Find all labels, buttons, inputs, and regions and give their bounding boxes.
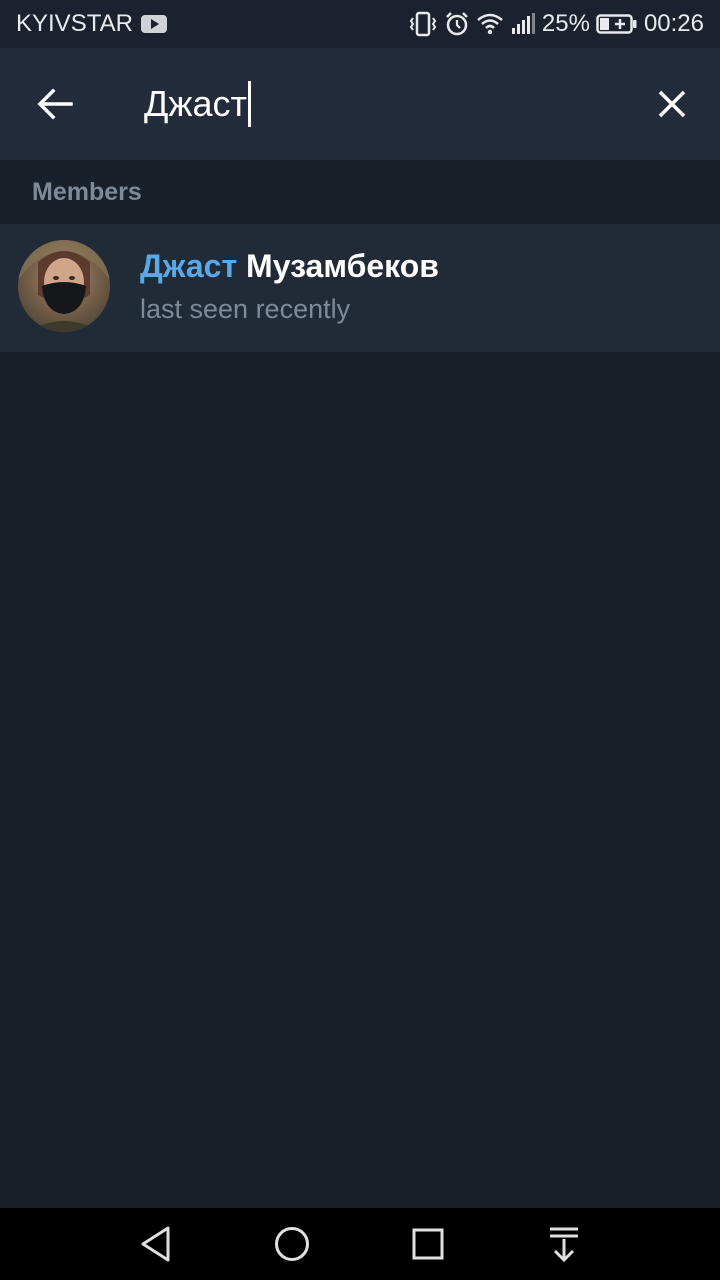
arrow-left-icon — [37, 88, 73, 120]
battery-percent: 25% — [541, 10, 590, 37]
recents-square-icon — [412, 1228, 444, 1260]
status-bar: KYIVSTAR 25% 00:26 — [0, 0, 720, 48]
section-title: Members — [32, 178, 142, 206]
signal-icon — [510, 12, 536, 36]
result-name-match: Джаст — [140, 248, 238, 284]
clock: 00:26 — [643, 10, 704, 37]
section-header: Members — [0, 160, 720, 224]
status-bar-left: KYIVSTAR — [16, 10, 167, 38]
notification-pull-icon — [550, 1227, 578, 1263]
nav-home-button[interactable] — [270, 1222, 314, 1266]
youtube-icon — [140, 15, 167, 33]
back-triangle-icon — [141, 1226, 170, 1262]
vibrate-icon — [408, 11, 438, 37]
close-icon — [658, 90, 686, 118]
search-input[interactable]: Джаст — [144, 76, 614, 132]
result-status: last seen recently — [140, 294, 351, 324]
status-bar-right: 25% 00:26 — [408, 10, 704, 38]
avatar — [18, 240, 110, 332]
list-item[interactable]: Джаст Музамбеков last seen recently — [0, 224, 720, 352]
carrier-name: KYIVSTAR — [16, 10, 133, 37]
nav-back-button[interactable] — [134, 1222, 178, 1266]
back-button[interactable] — [30, 84, 80, 124]
nav-notifications-button[interactable] — [542, 1222, 586, 1266]
nav-recents-button[interactable] — [406, 1222, 450, 1266]
search-header: Джаст — [0, 48, 720, 160]
alarm-icon — [444, 11, 470, 37]
clear-search-button[interactable] — [650, 82, 694, 126]
battery-charging-icon — [596, 13, 638, 35]
result-name: Джаст Музамбеков — [140, 248, 439, 285]
text-cursor — [247, 81, 251, 127]
navigation-bar — [0, 1208, 720, 1280]
home-circle-icon — [275, 1227, 309, 1261]
empty-content-area — [0, 352, 720, 1208]
result-name-rest: Музамбеков — [237, 248, 439, 284]
wifi-icon — [476, 12, 504, 36]
search-query-text: Джаст — [144, 83, 247, 124]
